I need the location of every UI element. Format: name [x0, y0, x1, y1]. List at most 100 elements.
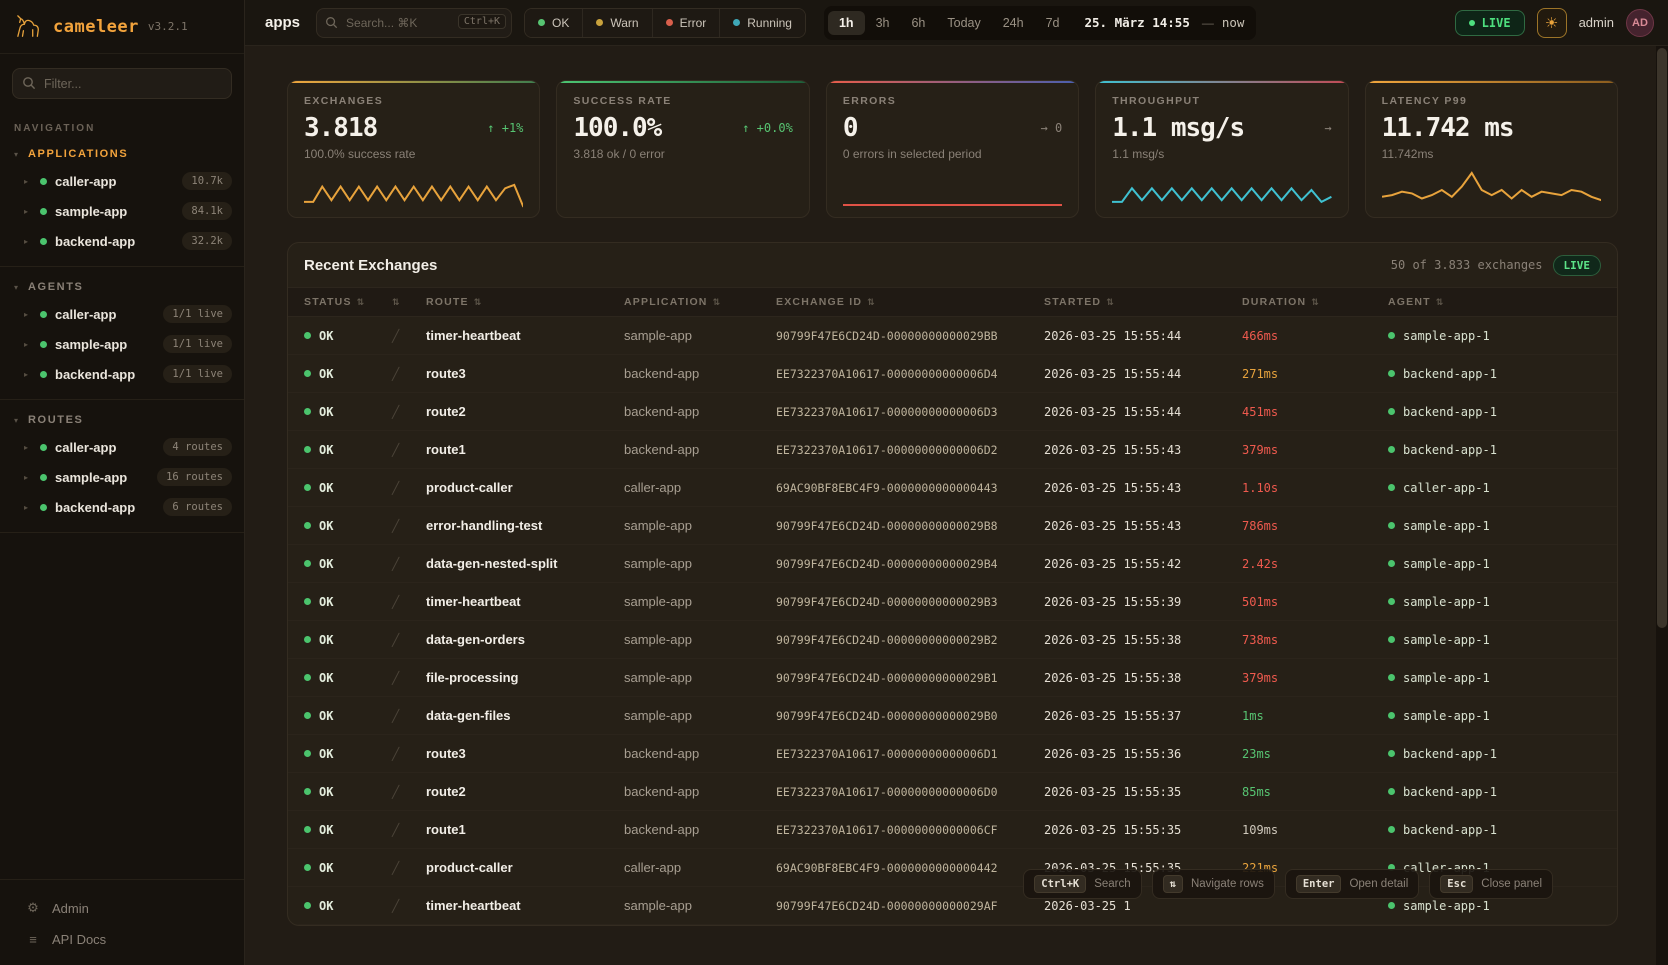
- agent-dot-icon: [1388, 446, 1395, 453]
- status-cell: OK: [304, 823, 392, 837]
- stat-card-value-row: 100.0%↑ +0.0%: [573, 113, 792, 143]
- filter-label: Error: [680, 16, 707, 30]
- table-row[interactable]: OK╱route3backend-appEE7322370A10617-0000…: [288, 355, 1617, 393]
- sidebar-item-sample-app[interactable]: ▸sample-app1/1 live: [0, 329, 244, 359]
- table-row[interactable]: OK╱data-gen-filessample-app90799F47E6CD2…: [288, 697, 1617, 735]
- status-cell: OK: [304, 595, 392, 609]
- filter-running-button[interactable]: Running: [719, 9, 805, 37]
- stat-card-subtitle: 1.1 msg/s: [1112, 147, 1331, 161]
- table-row[interactable]: OK╱product-callercaller-app69AC90BF8EBC4…: [288, 469, 1617, 507]
- table-row[interactable]: OK╱timer-heartbeatsample-app90799F47E6CD…: [288, 317, 1617, 355]
- stat-card-value: 100.0%: [573, 113, 661, 143]
- filter-error-button[interactable]: Error: [652, 9, 720, 37]
- stat-card-exchanges[interactable]: EXCHANGES3.818↑ +1%100.0% success rate: [287, 80, 540, 218]
- chevron-down-icon: ▾: [14, 150, 18, 159]
- username-label: admin: [1579, 15, 1614, 30]
- status-filter-group: OKWarn Error Running: [524, 8, 806, 38]
- shortcut-key: ⇅: [1163, 875, 1183, 893]
- stat-card-subtitle: 3.818 ok / 0 error: [573, 147, 792, 161]
- avatar[interactable]: AD: [1626, 9, 1654, 37]
- time-range-7d[interactable]: 7d: [1035, 11, 1071, 35]
- sidebar-item-caller-app[interactable]: ▸caller-app10.7k: [0, 166, 244, 196]
- table-row[interactable]: OK╱route2backend-appEE7322370A10617-0000…: [288, 393, 1617, 431]
- sidebar-item-sample-app[interactable]: ▸sample-app16 routes: [0, 462, 244, 492]
- application-cell: sample-app: [624, 898, 776, 913]
- sidebar-footer-admin[interactable]: ⚙Admin: [0, 892, 244, 924]
- column-header-started[interactable]: STARTED⇅: [1044, 296, 1242, 308]
- column-header-exchange-id[interactable]: EXCHANGE ID⇅: [776, 296, 1044, 308]
- stat-card-delta: → 0: [1041, 121, 1063, 135]
- exchange-id-cell: 90799F47E6CD24D-00000000000029B3: [776, 595, 1044, 609]
- sidebar-section-applications[interactable]: ▾APPLICATIONS: [0, 138, 244, 166]
- sidebar-filter-input[interactable]: [12, 68, 232, 99]
- table-row[interactable]: OK╱data-gen-nested-splitsample-app90799F…: [288, 545, 1617, 583]
- table-row[interactable]: OK╱route1backend-appEE7322370A10617-0000…: [288, 811, 1617, 849]
- stat-card-success-rate[interactable]: SUCCESS RATE100.0%↑ +0.0%3.818 ok / 0 er…: [556, 80, 809, 218]
- column-header-agent[interactable]: AGENT⇅: [1388, 296, 1601, 308]
- shortcut-navigate-rows: ⇅ Navigate rows: [1152, 869, 1275, 899]
- stat-card-value-row: 3.818↑ +1%: [304, 113, 523, 143]
- column-header-duration[interactable]: DURATION⇅: [1242, 296, 1388, 308]
- table-live-badge: LIVE: [1553, 255, 1602, 276]
- exchange-id-cell: 90799F47E6CD24D-00000000000029B1: [776, 671, 1044, 685]
- shortcut-label: Open detail: [1349, 878, 1408, 890]
- table-row[interactable]: OK╱route2backend-appEE7322370A10617-0000…: [288, 773, 1617, 811]
- application-cell: sample-app: [624, 632, 776, 647]
- status-label: OK: [319, 557, 333, 571]
- sidebar-footer-label: API Docs: [52, 932, 106, 947]
- sidebar-item-caller-app[interactable]: ▸caller-app4 routes: [0, 432, 244, 462]
- agent-cell: sample-app-1: [1388, 329, 1601, 343]
- sidebar-item-sample-app[interactable]: ▸sample-app84.1k: [0, 196, 244, 226]
- status-cell: OK: [304, 747, 392, 761]
- filter-ok-button[interactable]: OK: [525, 9, 582, 37]
- sidebar-item-backend-app[interactable]: ▸backend-app6 routes: [0, 492, 244, 522]
- exchange-id-cell: 69AC90BF8EBC4F9-0000000000000442: [776, 861, 1044, 875]
- camel-logo-icon: [14, 14, 44, 40]
- stat-card-errors[interactable]: ERRORS0→ 00 errors in selected period: [826, 80, 1079, 218]
- time-range-1h[interactable]: 1h: [828, 11, 865, 35]
- stat-card-latency-p99[interactable]: LATENCY P9911.742 ms11.742ms: [1365, 80, 1618, 218]
- column-header-application[interactable]: APPLICATION⇅: [624, 296, 776, 308]
- live-button-label: LIVE: [1482, 16, 1511, 30]
- time-range-24h[interactable]: 24h: [992, 11, 1035, 35]
- agent-cell: sample-app-1: [1388, 595, 1601, 609]
- table-row[interactable]: OK╱error-handling-testsample-app90799F47…: [288, 507, 1617, 545]
- keyboard-shortcuts-bar: Ctrl+KSearch⇅Navigate rowsEnterOpen deta…: [1023, 869, 1553, 899]
- table-row[interactable]: OK╱timer-heartbeatsample-app90799F47E6CD…: [288, 583, 1617, 621]
- table-row[interactable]: OK╱route3backend-appEE7322370A10617-0000…: [288, 735, 1617, 773]
- sidebar-item-backend-app[interactable]: ▸backend-app1/1 live: [0, 359, 244, 389]
- column-header-route[interactable]: ROUTE⇅: [426, 296, 624, 308]
- filter-warn-button[interactable]: Warn: [582, 9, 651, 37]
- sidebar-section-agents[interactable]: ▾AGENTS: [0, 271, 244, 299]
- sidebar-item-caller-app[interactable]: ▸caller-app1/1 live: [0, 299, 244, 329]
- agent-cell: sample-app-1: [1388, 633, 1601, 647]
- topbar: apps Ctrl+K OKWarnErrorRunning 1h3h6hTod…: [245, 0, 1668, 46]
- scrollbar-thumb[interactable]: [1657, 48, 1667, 628]
- table-row[interactable]: OK╱route1backend-appEE7322370A10617-0000…: [288, 431, 1617, 469]
- table-row[interactable]: OK╱file-processingsample-app90799F47E6CD…: [288, 659, 1617, 697]
- trend-icon: ╱: [392, 633, 426, 647]
- status-label: OK: [319, 367, 333, 381]
- column-header-status[interactable]: STATUS⇅: [304, 296, 392, 308]
- agent-dot-icon: [1388, 788, 1395, 795]
- status-cell: OK: [304, 633, 392, 647]
- live-button[interactable]: LIVE: [1455, 10, 1525, 36]
- sidebar-item-backend-app[interactable]: ▸backend-app32.2k: [0, 226, 244, 256]
- status-cell: OK: [304, 709, 392, 723]
- sidebar-item-label: backend-app: [55, 500, 155, 515]
- sidebar-section-routes[interactable]: ▾ROUTES: [0, 404, 244, 432]
- brand[interactable]: cameleer v3.2.1: [0, 0, 244, 54]
- column-header-trend[interactable]: ⇅: [392, 297, 426, 308]
- status-label: OK: [319, 443, 333, 457]
- shortcut-label: Navigate rows: [1191, 878, 1264, 890]
- sidebar-footer-api-docs[interactable]: ≡API Docs: [0, 924, 244, 955]
- status-dot-icon: [538, 19, 545, 26]
- time-range-3h[interactable]: 3h: [865, 11, 901, 35]
- table-row[interactable]: OK╱data-gen-orderssample-app90799F47E6CD…: [288, 621, 1617, 659]
- agent-cell: sample-app-1: [1388, 519, 1601, 533]
- time-range-today[interactable]: Today: [936, 11, 991, 35]
- scrollbar-track[interactable]: [1656, 46, 1668, 965]
- stat-card-throughput[interactable]: THROUGHPUT1.1 msg/s→1.1 msg/s: [1095, 80, 1348, 218]
- time-range-6h[interactable]: 6h: [900, 11, 936, 35]
- theme-toggle-button[interactable]: ☀: [1537, 8, 1567, 38]
